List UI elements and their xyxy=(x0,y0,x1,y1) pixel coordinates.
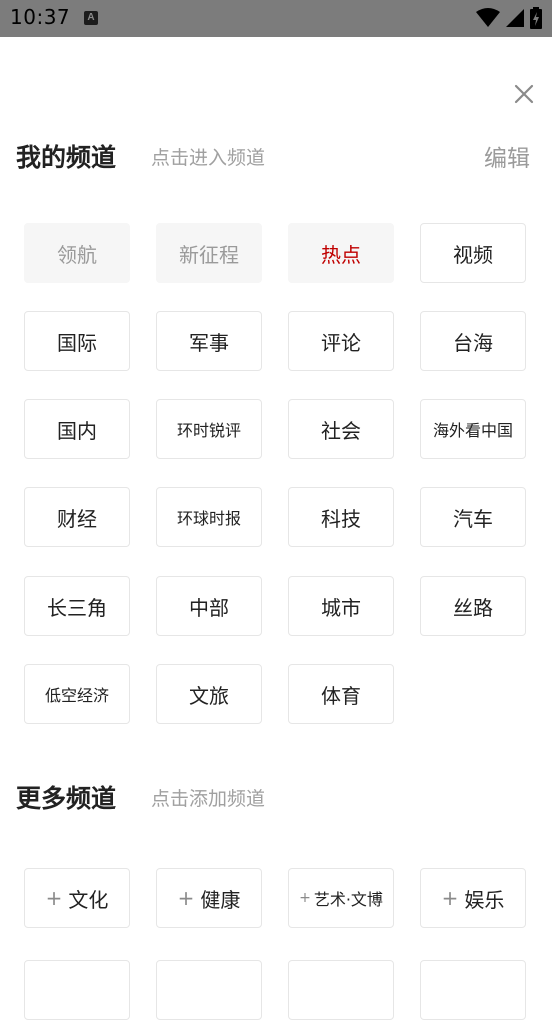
add-channel-chip[interactable]: + 娱乐 xyxy=(420,868,526,928)
plus-icon: + xyxy=(299,890,311,906)
channel-label: 艺术·文博 xyxy=(313,890,383,909)
close-button[interactable] xyxy=(512,82,536,106)
more-channels-title: 更多频道 xyxy=(16,784,117,813)
plus-icon: + xyxy=(441,886,459,910)
status-bar: 10:37 A xyxy=(0,0,552,37)
add-channel-chip-partial[interactable] xyxy=(24,960,130,1020)
plus-icon: + xyxy=(177,886,195,910)
edit-button[interactable]: 编辑 xyxy=(484,139,530,173)
channel-chip[interactable]: 台海 xyxy=(420,311,526,371)
channel-label: 文化 xyxy=(68,887,109,912)
channel-chip[interactable]: 视频 xyxy=(420,223,526,283)
channel-chip[interactable]: 中部 xyxy=(156,576,262,636)
close-icon xyxy=(514,84,534,104)
channel-chip[interactable]: 环球时报 xyxy=(156,487,262,547)
channel-chip[interactable]: 文旅 xyxy=(156,664,262,724)
channel-chip[interactable]: 财经 xyxy=(24,487,130,547)
add-channel-chip-partial[interactable] xyxy=(288,960,394,1020)
channel-chip[interactable]: 领航 xyxy=(24,223,130,283)
channel-chip[interactable]: 评论 xyxy=(288,311,394,371)
my-channels-hint: 点击进入频道 xyxy=(151,147,266,169)
more-channels-hint: 点击添加频道 xyxy=(151,788,266,810)
signal-icon xyxy=(506,9,524,27)
channel-chip[interactable]: 海外看中国 xyxy=(420,399,526,459)
channel-label: 娱乐 xyxy=(464,887,505,912)
channel-chip[interactable]: 丝路 xyxy=(420,576,526,636)
channel-chip[interactable]: 国内 xyxy=(24,399,130,459)
channel-chip[interactable]: 长三角 xyxy=(24,576,130,636)
channel-chip[interactable]: 社会 xyxy=(288,399,394,459)
channel-chip[interactable]: 低空经济 xyxy=(24,664,130,724)
channel-chip[interactable]: 军事 xyxy=(156,311,262,371)
channel-chip[interactable]: 国际 xyxy=(24,311,130,371)
add-channel-chip-partial[interactable] xyxy=(156,960,262,1020)
channel-chip[interactable]: 科技 xyxy=(288,487,394,547)
notification-a-icon: A xyxy=(84,11,98,25)
plus-icon: + xyxy=(45,886,63,910)
wifi-icon xyxy=(476,8,500,27)
channel-chip[interactable]: 汽车 xyxy=(420,487,526,547)
add-channel-chip-partial[interactable] xyxy=(420,960,526,1020)
channel-chip[interactable]: 环时锐评 xyxy=(156,399,262,459)
channel-chip[interactable]: 体育 xyxy=(288,664,394,724)
channel-chip-active[interactable]: 热点 xyxy=(288,223,394,283)
add-channel-chip[interactable]: + 艺术·文博 xyxy=(288,868,394,928)
channel-label: 健康 xyxy=(200,887,241,912)
add-channel-chip[interactable]: + 文化 xyxy=(24,868,130,928)
add-channel-chip[interactable]: + 健康 xyxy=(156,868,262,928)
battery-icon xyxy=(530,7,542,29)
channel-chip[interactable]: 新征程 xyxy=(156,223,262,283)
channel-chip[interactable]: 城市 xyxy=(288,576,394,636)
my-channels-title: 我的频道 xyxy=(16,143,117,172)
status-time: 10:37 xyxy=(10,5,71,29)
